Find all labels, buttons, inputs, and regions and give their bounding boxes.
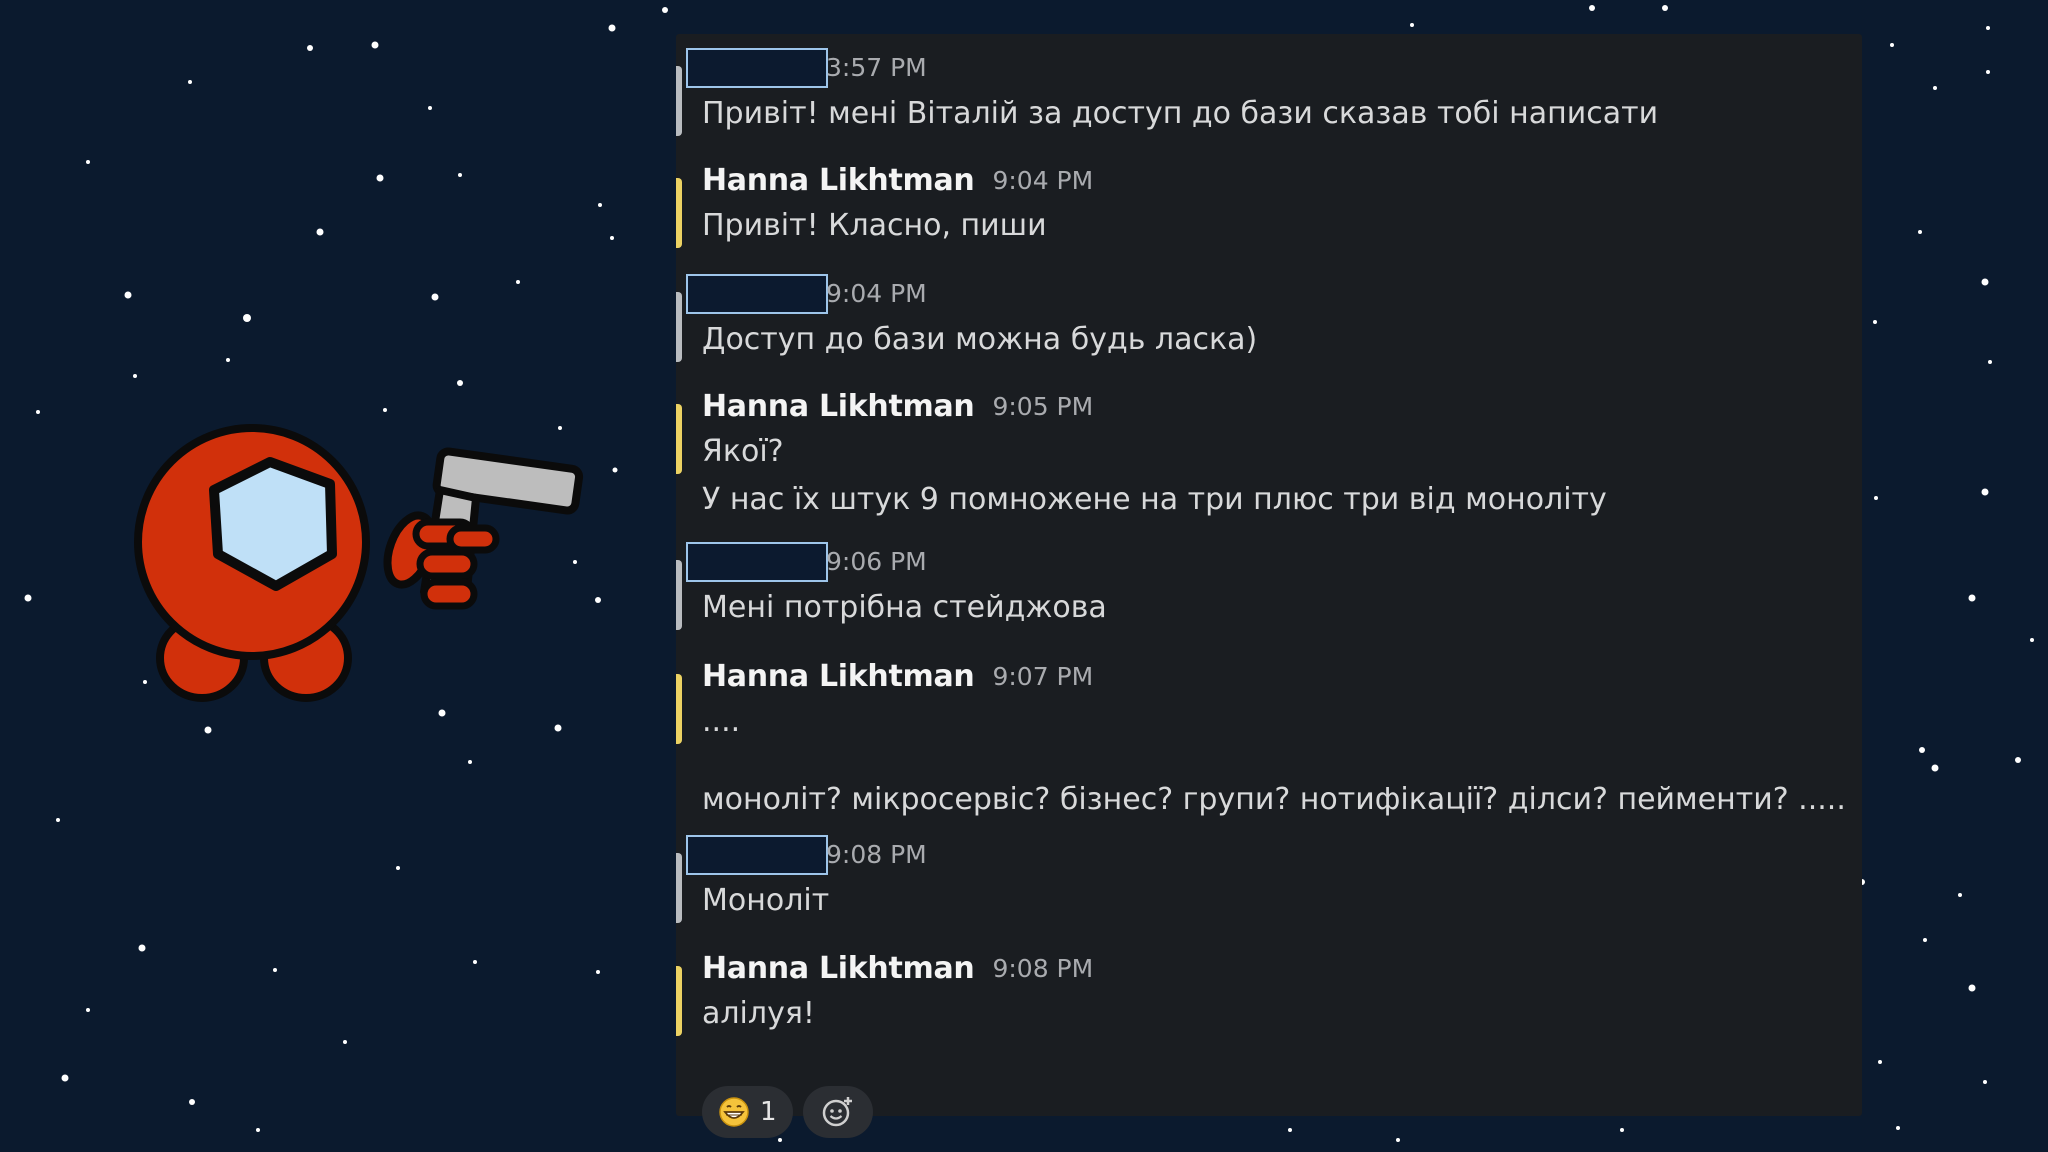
- message-time[interactable]: 9:08 PM: [992, 954, 1093, 983]
- message: Hanna Likhtman 9:05 PM Якої? У нас їх шт…: [676, 384, 1862, 534]
- author-name[interactable]: Hanna Likhtman: [702, 163, 975, 198]
- author-name[interactable]: Hanna Likhtman: [702, 951, 975, 986]
- message-bar: [676, 292, 682, 362]
- message: 9:08 PM Моноліт: [676, 833, 1862, 933]
- message-header: Hanna Likhtman 9:04 PM: [702, 158, 1093, 202]
- message-text: Моноліт: [702, 883, 830, 918]
- redacted-author: [686, 835, 828, 875]
- message: Hanna Likhtman 9:04 PM Привіт! Класно, п…: [676, 158, 1862, 258]
- reaction-count: 1: [760, 1097, 777, 1127]
- message-time: 9:04 PM: [826, 279, 927, 308]
- crewmate-with-gun-illustration: [134, 424, 584, 702]
- message-time: 3:57 PM: [826, 53, 927, 82]
- message-bar: [676, 404, 682, 474]
- message-bar: [676, 674, 682, 744]
- message: 9:06 PM Мені потрібна стейджова: [676, 540, 1862, 640]
- video-frame: 3:57 PM Привіт! мені Віталій за доступ д…: [0, 0, 2048, 1152]
- message-bar: [676, 66, 682, 136]
- message-text: Привіт! мені Віталій за доступ до бази с…: [702, 96, 1659, 131]
- add-reaction-button[interactable]: [802, 1086, 873, 1138]
- message-text: Якої?: [702, 434, 784, 469]
- message-header: Hanna Likhtman 9:07 PM: [702, 654, 1093, 698]
- reaction-grinning-button[interactable]: 1: [702, 1086, 793, 1138]
- message-time[interactable]: 9:07 PM: [992, 662, 1093, 691]
- message-text: Привіт! Класно, пиши: [702, 208, 1047, 243]
- message: 9:04 PM Доступ до бази можна будь ласка): [676, 272, 1862, 372]
- add-reaction-icon: [822, 1097, 852, 1127]
- message: Hanna Likhtman 9:07 PM .... моноліт? мік…: [676, 654, 1862, 844]
- author-name[interactable]: Hanna Likhtman: [702, 389, 975, 424]
- message-time: 9:08 PM: [826, 840, 927, 869]
- redacted-author: [686, 48, 828, 88]
- message-time[interactable]: 9:05 PM: [992, 392, 1093, 421]
- message-bar: [676, 966, 682, 1036]
- message-text: ....: [702, 704, 741, 739]
- message-bar: [676, 560, 682, 630]
- message-bar: [676, 853, 682, 923]
- chat-panel: 3:57 PM Привіт! мені Віталій за доступ д…: [676, 34, 1862, 1138]
- message-time: 9:06 PM: [826, 547, 927, 576]
- crewmate-icon: [134, 424, 370, 702]
- message: 3:57 PM Привіт! мені Віталій за доступ д…: [676, 46, 1862, 146]
- reactions-bar: 1: [702, 1086, 873, 1138]
- message-text: У нас їх штук 9 помножене на три плюс тр…: [702, 482, 1607, 517]
- message-text: Доступ до бази можна будь ласка): [702, 322, 1258, 357]
- red-glove-icon: [383, 511, 500, 610]
- message-text: моноліт? мікросервіс? бізнес? групи? нот…: [702, 782, 1846, 817]
- message-time[interactable]: 9:04 PM: [992, 166, 1093, 195]
- message-header: Hanna Likhtman 9:05 PM: [702, 384, 1093, 428]
- message-text: Мені потрібна стейджова: [702, 590, 1107, 625]
- redacted-author: [686, 542, 828, 582]
- message: Hanna Likhtman 9:08 PM алілуя!: [676, 946, 1862, 1046]
- message-bar: [676, 178, 682, 248]
- author-name[interactable]: Hanna Likhtman: [702, 659, 975, 694]
- grinning-face-icon: [719, 1097, 749, 1127]
- message-text: алілуя!: [702, 996, 815, 1031]
- redacted-author: [686, 274, 828, 314]
- message-header: Hanna Likhtman 9:08 PM: [702, 946, 1093, 990]
